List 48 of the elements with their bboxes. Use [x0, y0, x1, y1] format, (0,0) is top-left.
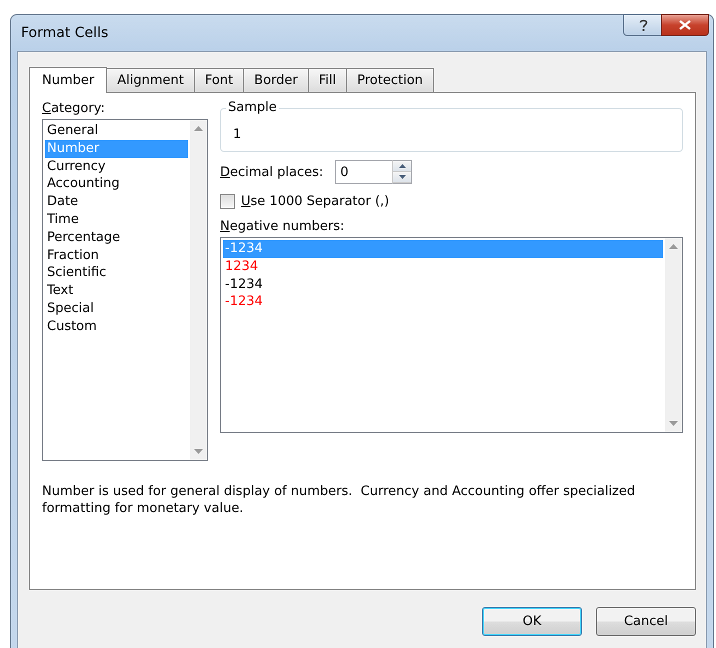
close-button[interactable]	[661, 14, 709, 36]
category-item[interactable]: Currency	[45, 158, 188, 176]
negative-numbers-label: Negative numbers:	[220, 219, 346, 234]
category-item[interactable]: Special	[45, 300, 188, 318]
tab[interactable]: Fill	[308, 68, 348, 92]
scrollbar[interactable]	[190, 120, 207, 460]
category-item[interactable]: Date	[45, 193, 188, 211]
tab[interactable]: Protection	[346, 68, 434, 92]
help-icon	[638, 18, 648, 32]
close-icon	[679, 20, 691, 30]
scroll-down-icon[interactable]	[194, 449, 203, 454]
category-item[interactable]: Fraction	[45, 246, 188, 264]
tab[interactable]: Border	[243, 68, 309, 92]
tab[interactable]: Number	[29, 67, 108, 93]
category-item[interactable]: Text	[45, 282, 188, 300]
category-item[interactable]: Percentage	[45, 228, 188, 247]
down-arrow-icon	[398, 175, 406, 179]
sample-label: Sample	[226, 100, 279, 115]
spin-down-button[interactable]	[393, 172, 412, 183]
category-item[interactable]: Custom	[45, 318, 188, 336]
negative-number-item[interactable]: -1234	[223, 293, 663, 312]
category-item[interactable]: Scientific	[45, 264, 188, 282]
category-list[interactable]: General Number Currency Accounting Date Time Percentage Fraction Scientific Text Special Custom	[42, 119, 208, 461]
category-item[interactable]: Accounting	[45, 175, 188, 194]
category-item[interactable]: Time	[45, 210, 188, 229]
scroll-up-icon[interactable]	[669, 244, 678, 249]
decimal-places-field[interactable]: 0	[335, 160, 392, 184]
scroll-up-icon[interactable]	[194, 126, 203, 131]
up-arrow-icon	[398, 164, 406, 168]
help-button[interactable]	[623, 14, 663, 36]
dialog-button[interactable]: Cancel	[596, 606, 696, 636]
scrollbar[interactable]	[665, 238, 682, 432]
separator-label: Use 1000 Separator (,)	[241, 194, 390, 209]
category-item[interactable]: General	[45, 122, 188, 140]
decimal-places-label: Decimal places:	[220, 164, 324, 180]
dialog-button[interactable]: OK	[482, 606, 582, 636]
spin-up-button[interactable]	[393, 161, 412, 172]
tab[interactable]: Alignment	[106, 68, 195, 92]
sample-value: 1	[233, 126, 242, 142]
negative-numbers-list[interactable]: -1234 1234 -1234 -1234	[220, 237, 683, 433]
category-label: Category:	[42, 101, 106, 116]
negative-number-item[interactable]: -1234	[223, 276, 663, 294]
scroll-down-icon[interactable]	[669, 421, 678, 426]
tab[interactable]: Font	[194, 68, 244, 92]
description-text: Number is used for general display of numbers. Currency and Accounting offer specialized formatting for monetary value.	[42, 483, 636, 517]
window-title: Format Cells	[21, 25, 108, 41]
separator-checkbox[interactable]	[220, 194, 235, 209]
negative-number-item[interactable]: 1234	[223, 258, 663, 276]
